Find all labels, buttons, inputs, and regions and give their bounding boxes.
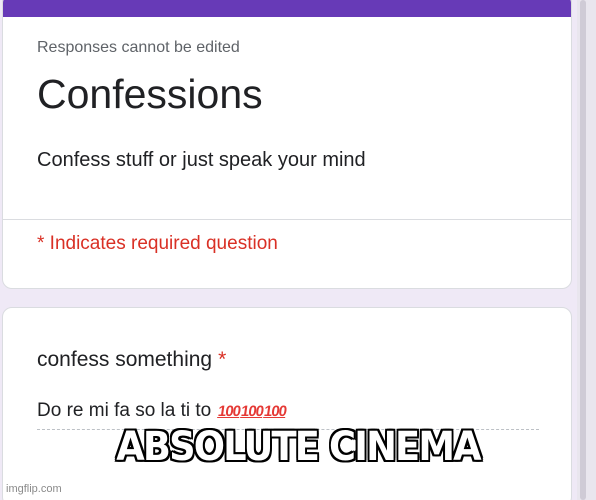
answer-field[interactable]: Do re mi fa so la ti to 100100100	[37, 400, 287, 422]
imgflip-watermark: imgflip.com	[6, 483, 62, 495]
question-title: confess something *	[37, 348, 226, 372]
question-label: confess something	[37, 348, 213, 371]
theme-accent-bar	[3, 0, 571, 17]
header-divider	[3, 219, 571, 220]
meme-caption: ABSOLUTE CINEMA	[116, 424, 481, 470]
hundred-points-icon: 100	[239, 403, 264, 420]
question-card: confess something * Do re mi fa so la ti …	[2, 307, 572, 500]
scrollbar[interactable]	[577, 0, 596, 500]
form-header-card: Responses cannot be edited Confessions C…	[2, 0, 572, 289]
form-description: Confess stuff or just speak your mind	[37, 149, 366, 171]
required-star: *	[218, 348, 227, 371]
edit-notice: Responses cannot be edited	[37, 39, 240, 56]
answer-text: Do re mi fa so la ti to	[37, 400, 212, 421]
hundred-points-icon: 100	[216, 403, 241, 420]
scrollbar-thumb[interactable]	[580, 0, 586, 500]
hundred-points-icon: 100	[262, 403, 287, 420]
form-title: Confessions	[37, 71, 263, 117]
required-note: * Indicates required question	[37, 233, 278, 254]
